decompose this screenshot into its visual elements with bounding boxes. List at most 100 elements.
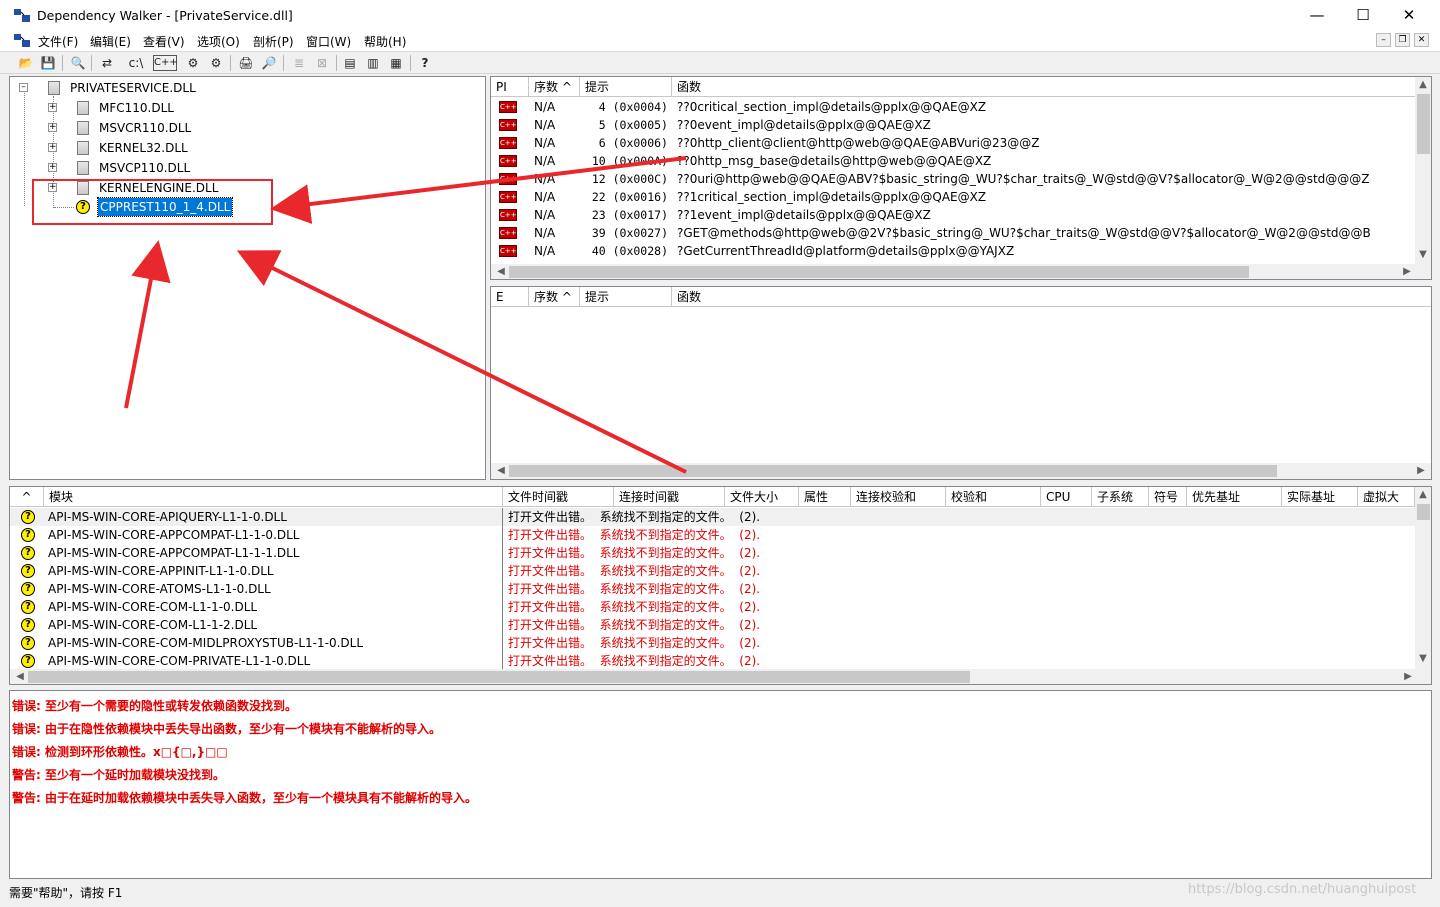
scroll-right-icon[interactable]: ▶ — [1413, 465, 1429, 476]
col-header[interactable]: CPU — [1041, 487, 1092, 507]
expand-icon[interactable]: + — [48, 143, 57, 152]
tree-root[interactable]: PRIVATESERVICE.DLL — [70, 79, 196, 97]
import-row[interactable]: C++ N/A 4 (0x0004) ??0critical_section_impl… — [491, 98, 1415, 116]
col-header[interactable]: 虚拟大 — [1358, 487, 1415, 507]
undecorate-cpp-icon[interactable]: C++ — [153, 55, 178, 71]
tree-item-msvcp110[interactable]: MSVCP110.DLL — [99, 159, 190, 177]
col-e[interactable]: E — [491, 287, 529, 307]
scroll-down-icon[interactable]: ▼ — [1415, 653, 1431, 664]
configure-icon[interactable]: ⇄ — [97, 53, 117, 73]
mdi-restore-button[interactable]: ❐ — [1395, 33, 1410, 47]
tile-vertical-icon[interactable]: ▦ — [386, 53, 406, 73]
import-row[interactable]: C++ N/A 5 (0x0005) ??0event_impl@details@pp… — [491, 116, 1415, 134]
import-row[interactable]: C++ N/A 12 (0x000C) ??0uri@http@web@@QAE@AB… — [491, 170, 1415, 188]
export-hscroll[interactable]: ◀ ▶ — [491, 463, 1431, 479]
open-icon[interactable]: 📂 — [16, 53, 36, 73]
tree-item-kernel32[interactable]: KERNEL32.DLL — [99, 139, 188, 157]
menu-options[interactable]: 选项(O) — [197, 33, 240, 50]
import-row[interactable]: C++ N/A 23 (0x0017) ??1event_impl@details@p… — [491, 206, 1415, 224]
scroll-thumb[interactable] — [509, 266, 1249, 278]
scroll-up-icon[interactable]: ▲ — [1415, 489, 1431, 500]
menu-edit[interactable]: 编辑(E) — [90, 33, 131, 50]
collapse-icon[interactable]: – — [19, 83, 28, 92]
tree-item-mfc110[interactable]: MFC110.DLL — [99, 99, 174, 117]
scroll-thumb[interactable] — [28, 671, 970, 683]
col-function[interactable]: 函数 — [672, 287, 1431, 307]
scroll-left-icon[interactable]: ◀ — [12, 671, 28, 682]
col-header[interactable]: 优先基址 — [1187, 487, 1282, 507]
import-row[interactable]: C++ N/A 10 (0x000A) ??0http_msg_base@detail… — [491, 152, 1415, 170]
scroll-thumb[interactable] — [1417, 94, 1430, 154]
module-row[interactable]: ? API-MS-WIN-CORE-COM-MIDLPROXYSTUB-L1-1-… — [10, 634, 1415, 652]
module-row[interactable]: ? API-MS-WIN-CORE-COM-PRIVATE-L1-1-0.DLL 打… — [10, 652, 1415, 670]
col-header[interactable]: 文件时间戳 — [503, 487, 614, 507]
col-hint[interactable]: 提示 — [580, 77, 672, 97]
menu-profile[interactable]: 剖析(P) — [253, 33, 294, 50]
tree-item-kernelengine[interactable]: KERNELENGINE.DLL — [99, 179, 218, 197]
scroll-left-icon[interactable]: ◀ — [493, 465, 509, 476]
col-header[interactable]: 模块 — [44, 487, 503, 507]
close-button[interactable]: ✕ — [1386, 0, 1432, 30]
import-row[interactable]: C++ N/A 6 (0x0006) ??0http_client@client@ht… — [491, 134, 1415, 152]
cascade-icon[interactable]: ▤ — [340, 53, 360, 73]
module-row[interactable]: ? API-MS-WIN-CORE-APPCOMPAT-L1-1-0.DLL 打开文… — [10, 526, 1415, 544]
mdi-minimize-button[interactable]: – — [1376, 33, 1391, 47]
find-icon[interactable]: 🔍 — [68, 53, 88, 73]
tree-item-msvcr110[interactable]: MSVCR110.DLL — [99, 119, 191, 137]
col-ordinal[interactable]: 序数 ^ — [529, 77, 580, 97]
module-row[interactable]: ? API-MS-WIN-CORE-APPCOMPAT-L1-1-1.DLL 打开文… — [10, 544, 1415, 562]
scroll-down-icon[interactable]: ▼ — [1415, 249, 1431, 260]
system-info-icon[interactable]: 🖨 — [236, 53, 256, 73]
scroll-left-icon[interactable]: ◀ — [493, 266, 509, 277]
col-header[interactable]: 文件大小 — [725, 487, 799, 507]
module-vscroll[interactable]: ▲ ▼ — [1415, 487, 1431, 669]
col-header[interactable]: 校验和 — [946, 487, 1041, 507]
scroll-thumb[interactable] — [1417, 504, 1430, 520]
menu-file[interactable]: 文件(F) — [38, 33, 78, 50]
mdi-close-button[interactable]: ✕ — [1414, 33, 1429, 47]
module-hscroll[interactable]: ◀ ▶ — [10, 669, 1431, 684]
col-ordinal[interactable]: 序数 ^ — [529, 287, 580, 307]
properties-icon[interactable]: ⚙ — [206, 53, 226, 73]
col-header[interactable]: ^ — [10, 487, 44, 507]
tile-horizontal-icon[interactable]: ▥ — [363, 53, 383, 73]
import-row[interactable]: C++ N/A 40 (0x0028) ?GetCurrentThreadId@pla… — [491, 242, 1415, 260]
col-header[interactable]: 实际基址 — [1282, 487, 1358, 507]
expand-icon[interactable]: + — [48, 103, 57, 112]
minimize-button[interactable]: — — [1294, 0, 1340, 30]
col-header[interactable]: 连接时间戳 — [614, 487, 725, 507]
external-viewer-icon[interactable]: 🔎 — [259, 53, 279, 73]
scroll-thumb[interactable] — [509, 465, 1277, 477]
menu-window[interactable]: 窗口(W) — [306, 33, 351, 50]
scroll-right-icon[interactable]: ▶ — [1399, 266, 1415, 277]
copy-icon[interactable]: ≣ — [289, 53, 309, 73]
col-header[interactable]: 子系统 — [1092, 487, 1149, 507]
expand-icon[interactable]: + — [48, 183, 57, 192]
module-row[interactable]: ? API-MS-WIN-CORE-APPINIT-L1-1-0.DLL 打开文件出… — [10, 562, 1415, 580]
col-header[interactable]: 连接校验和 — [851, 487, 946, 507]
import-hscroll[interactable]: ◀ ▶ — [491, 264, 1431, 279]
import-row[interactable]: C++ N/A 39 (0x0027) ?GET@methods@http@web@@… — [491, 224, 1415, 242]
scroll-up-icon[interactable]: ▲ — [1415, 79, 1431, 90]
module-row[interactable]: ? API-MS-WIN-CORE-COM-L1-1-2.DLL 打开文件出错。 系… — [10, 616, 1415, 634]
module-row[interactable]: ? API-MS-WIN-CORE-COM-L1-1-0.DLL 打开文件出错。 系… — [10, 598, 1415, 616]
col-pi[interactable]: PI — [491, 77, 529, 97]
col-hint[interactable]: 提示 — [580, 287, 672, 307]
col-function[interactable]: 函数 — [672, 77, 1415, 97]
menu-help[interactable]: 帮助(H) — [364, 33, 406, 50]
scroll-right-icon[interactable]: ▶ — [1400, 671, 1416, 682]
save-icon[interactable]: 💾 — [38, 53, 58, 73]
module-row[interactable]: ? API-MS-WIN-CORE-ATOMS-L1-1-0.DLL 打开文件出错。… — [10, 580, 1415, 598]
col-header[interactable]: 属性 — [799, 487, 851, 507]
context-help-icon[interactable]: ? — [415, 53, 435, 73]
tree-item-selected[interactable]: CPPREST110_1_4.DLL — [96, 197, 234, 217]
import-row[interactable]: C++ N/A 22 (0x0016) ??1critical_section_imp… — [491, 188, 1415, 206]
maximize-button[interactable]: ☐ — [1340, 0, 1386, 30]
col-header[interactable]: 符号 — [1149, 487, 1187, 507]
module-list-icon[interactable]: ⚙ — [183, 53, 203, 73]
expand-icon[interactable]: + — [48, 123, 57, 132]
module-row[interactable]: ? API-MS-WIN-CORE-APIQUERY-L1-1-0.DLL 打开文件… — [10, 508, 1415, 526]
menu-view[interactable]: 查看(V) — [143, 33, 185, 50]
expand-icon[interactable]: + — [48, 163, 57, 172]
import-vscroll[interactable]: ▲ ▼ — [1415, 77, 1431, 264]
